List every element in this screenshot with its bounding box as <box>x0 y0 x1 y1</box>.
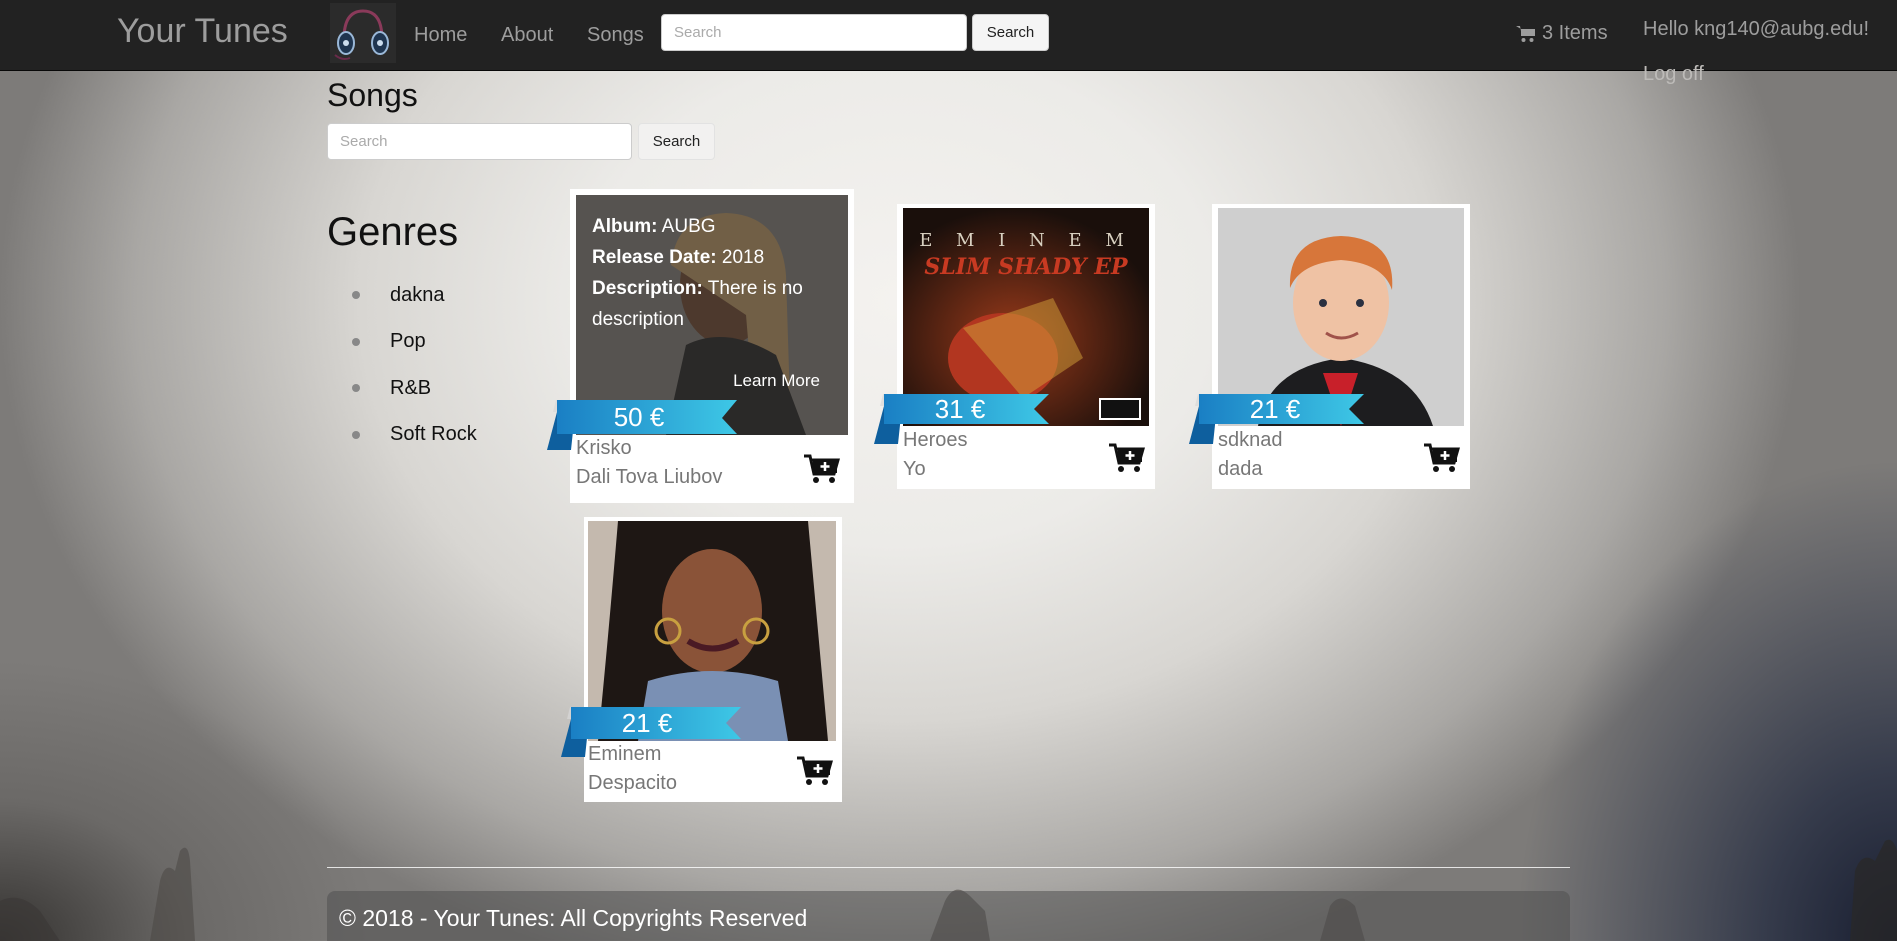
price-ribbon: 21 € <box>561 707 761 765</box>
release-date-label: Release Date: <box>592 247 717 268</box>
cart-link[interactable]: 3 Items <box>1516 22 1608 45</box>
nav-about-link[interactable]: About <box>501 24 553 47</box>
genre-item[interactable]: R&B <box>352 365 477 412</box>
song-price: 50 € <box>613 402 665 432</box>
background-shadow-right <box>1477 421 1897 941</box>
song-title: Despacito <box>588 772 677 794</box>
cover-title-text: SLIM SHADY EP <box>924 254 1129 280</box>
add-to-cart-icon[interactable] <box>1108 442 1146 474</box>
genre-label: dakna <box>390 283 445 306</box>
genres-heading: Genres <box>327 210 459 254</box>
album-value: AUBG <box>661 216 716 237</box>
page-title: Songs <box>327 77 418 113</box>
price-ribbon: 50 € <box>547 400 747 458</box>
bullet-icon <box>352 384 360 393</box>
cover-artist-text: E M I N E M <box>919 230 1133 251</box>
footer-copyright: © 2018 - Your Tunes: All Copyrights Rese… <box>339 905 808 931</box>
navbar: Your Tunes Home About Songs Search 3 Ite… <box>0 0 1897 71</box>
song-search-input[interactable] <box>327 123 632 160</box>
genre-item[interactable]: Soft Rock <box>352 412 477 459</box>
bullet-icon <box>352 337 360 346</box>
cart-count: 3 Items <box>1542 22 1608 44</box>
user-greeting-link[interactable]: Hello kng140@aubg.edu! <box>1643 18 1869 41</box>
bullet-icon <box>352 291 360 300</box>
add-to-cart-icon[interactable] <box>803 453 841 485</box>
song-price: 21 € <box>1249 394 1301 424</box>
logoff-link[interactable]: Log off <box>1643 63 1704 86</box>
add-to-cart-icon[interactable] <box>796 755 834 787</box>
price-ribbon: 21 € <box>1189 394 1389 452</box>
genre-item[interactable]: Pop <box>352 319 477 366</box>
album-label: Album: <box>592 216 658 237</box>
nav-search-button[interactable]: Search <box>972 14 1049 51</box>
genre-item[interactable]: dakna <box>352 272 477 319</box>
learn-more-link[interactable]: Learn More <box>733 365 820 396</box>
song-title: Yo <box>903 458 926 480</box>
song-price: 31 € <box>934 394 986 424</box>
nav-songs-link[interactable]: Songs <box>587 24 644 47</box>
nav-home-link[interactable]: Home <box>414 24 467 47</box>
genre-label: Soft Rock <box>390 423 477 446</box>
nav-search-input[interactable] <box>661 14 967 51</box>
genre-label: Pop <box>390 330 426 353</box>
headphones-logo-icon[interactable] <box>330 3 396 63</box>
background-shadow-left <box>0 641 380 941</box>
song-title: Dali Tova Liubov <box>576 466 723 488</box>
shopping-cart-icon <box>1516 25 1535 42</box>
add-to-cart-icon[interactable] <box>1423 442 1461 474</box>
description-label: Description: <box>592 278 703 299</box>
price-ribbon: 31 € <box>874 394 1074 452</box>
song-search-button[interactable]: Search <box>638 123 715 160</box>
footer-divider <box>327 867 1570 868</box>
brand-link[interactable]: Your Tunes <box>117 12 288 51</box>
song-title: dada <box>1218 458 1263 480</box>
genre-list: dakna Pop R&B Soft Rock <box>352 272 477 458</box>
bullet-icon <box>352 430 360 439</box>
song-price: 21 € <box>621 708 673 738</box>
footer: © 2018 - Your Tunes: All Copyrights Rese… <box>327 891 1570 941</box>
release-date-value: 2018 <box>721 247 765 268</box>
genre-label: R&B <box>390 376 432 399</box>
